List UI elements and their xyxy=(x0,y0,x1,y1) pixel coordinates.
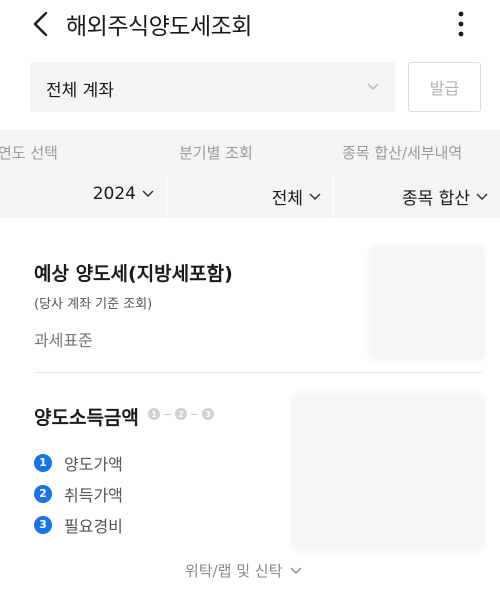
filter-label: 분기별 조회 xyxy=(179,144,253,162)
year-filter[interactable]: 연도 선택 2024 xyxy=(0,130,166,218)
gain-item-label: 취득가액 xyxy=(64,485,123,505)
step-indicator: 1 2 3 xyxy=(148,408,214,420)
app-header: 해외주식양도세조회 xyxy=(0,0,500,50)
chevron-down-icon xyxy=(367,83,379,90)
gain-item-label: 필요경비 xyxy=(64,516,123,536)
list-item: 3 필요경비 xyxy=(34,509,123,540)
step-dash xyxy=(191,413,198,415)
step-dot: 2 xyxy=(175,408,187,420)
filter-label: 종목 합산/세부내역 xyxy=(342,144,463,162)
trust-wrap-expand-link[interactable]: 위탁/랩 및 신탁 xyxy=(185,560,302,581)
detail-value: 종목 합산 xyxy=(402,189,470,209)
more-vertical-icon[interactable] xyxy=(452,8,470,40)
chevron-down-icon xyxy=(142,190,154,198)
list-item: 1 양도가액 xyxy=(34,447,123,478)
year-value: 2024 xyxy=(92,184,136,204)
blurred-value-placeholder xyxy=(368,244,486,362)
quarter-filter[interactable]: 분기별 조회 전체 xyxy=(167,130,333,218)
gain-item-label: 양도가액 xyxy=(64,454,123,474)
gain-title: 양도소득금액 xyxy=(34,407,139,429)
chevron-down-icon xyxy=(290,567,302,574)
filter-value: 2024 xyxy=(93,184,154,204)
number-badge: 2 xyxy=(34,484,52,503)
tax-base-label: 과세표준 xyxy=(34,331,93,350)
estimate-title: 예상 양도세(지방세포함) xyxy=(34,263,233,285)
chevron-down-icon xyxy=(476,192,488,200)
filter-value: 전체 xyxy=(272,184,321,209)
step-dot: 3 xyxy=(202,408,214,420)
detail-filter[interactable]: 종목 합산/세부내역 종목 합산 xyxy=(334,130,500,218)
gain-list: 1 양도가액 2 취득가액 3 필요경비 xyxy=(34,447,123,540)
number-badge: 1 xyxy=(34,453,52,472)
chevron-left-icon[interactable] xyxy=(30,10,54,38)
list-item: 2 취득가액 xyxy=(34,478,123,509)
step-dash xyxy=(164,413,171,415)
blurred-value-placeholder xyxy=(290,392,486,552)
issue-button[interactable]: 발급 xyxy=(408,62,481,112)
chevron-down-icon xyxy=(309,192,321,200)
account-select[interactable]: 전체 계좌 xyxy=(30,62,395,112)
page-title: 해외주식양도세조회 xyxy=(66,14,252,40)
account-select-value: 전체 계좌 xyxy=(46,81,114,101)
filter-label: 연도 선택 xyxy=(0,144,58,162)
filter-bar: 연도 선택 2024 분기별 조회 전체 종목 합산/세부내역 종목 합산 xyxy=(0,130,500,218)
estimate-note: (당사 계좌 기준 조회) xyxy=(34,297,153,312)
expand-label: 위탁/랩 및 신탁 xyxy=(185,562,283,580)
number-badge: 3 xyxy=(34,515,52,534)
section-divider xyxy=(34,372,482,373)
quarter-value: 전체 xyxy=(271,189,303,209)
step-dot: 1 xyxy=(148,408,160,420)
filter-value: 종목 합산 xyxy=(402,184,488,209)
